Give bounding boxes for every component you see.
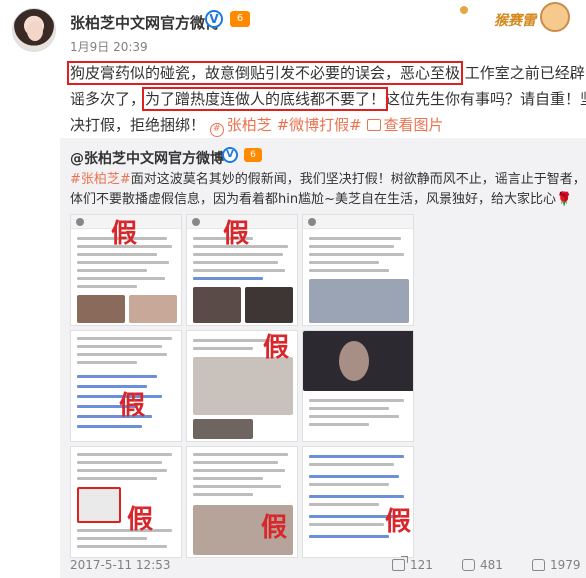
rose-icon: 🌹 (555, 192, 573, 207)
repost-footer: 2017-5-11 12:53 121 481 1979 (70, 552, 586, 578)
monkey-badge-icon: 猴赛雷 (456, 2, 576, 36)
image-grid: 假 假 假 假 假 假 假 (70, 214, 415, 564)
repost-date[interactable]: 2017-5-11 12:53 (70, 558, 171, 572)
author-avatar[interactable] (12, 8, 56, 52)
grid-image-4[interactable]: 假 (70, 330, 182, 442)
share-icon (392, 556, 408, 571)
fake-label: 假 (119, 391, 146, 421)
comment-icon (462, 559, 475, 571)
grid-image-1[interactable]: 假 (70, 214, 182, 326)
fake-label: 假 (111, 219, 138, 249)
badge-dot-icon (460, 6, 468, 14)
post-timestamp[interactable]: 1月9日 20:39 (70, 38, 148, 55)
post-header: 张柏芝中文网官方微博 V 6 1月9日 20:39 猴赛雷 (0, 0, 586, 60)
post-text-line-3: 决打假，拒绝捆绑！ # 张柏芝 #微博打假# 查看图片 (70, 112, 576, 138)
grid-image-5[interactable]: 假 (186, 330, 298, 442)
grid-image-8[interactable]: 假 (186, 446, 298, 558)
grid-image-7[interactable]: 假 (70, 446, 182, 558)
author-name[interactable]: 张柏芝中文网官方微博 (70, 12, 220, 33)
topic-link-weibo-dajia[interactable]: #微博打假# (277, 116, 362, 134)
like-button[interactable]: 1979 (532, 558, 581, 572)
repost-topic-link[interactable]: #张柏芝# (70, 172, 131, 187)
highlighted-phrase-2: 为了蹭热度连做人的底线都不要了！ (142, 87, 389, 111)
repost-text-line-1: #张柏芝#面对这波莫名其妙的假新闻，我们坚决打假！树欲静而风不止，谣言止于智者，… (70, 172, 586, 187)
fake-label: 假 (223, 219, 250, 249)
grid-image-6[interactable] (302, 330, 414, 442)
grid-image-9[interactable]: 假 (302, 446, 414, 558)
monkey-face-icon (540, 2, 570, 32)
post-text-line-1: 狗皮膏药似的碰瓷，故意倒贴引发不必要的误会，恶心至极 工作室之前已经辟 (66, 61, 585, 85)
view-images-link[interactable]: 查看图片 (366, 116, 444, 134)
member-rank-icon: 6 (230, 11, 250, 27)
thumbs-up-icon (532, 559, 545, 571)
grid-image-2[interactable]: 假 (186, 214, 298, 326)
repost-verified-icon: V (222, 147, 238, 163)
reposted-weibo[interactable]: @张柏芝中文网官方微博 V 6 #张柏芝#面对这波莫名其妙的假新闻，我们坚决打假… (60, 138, 586, 578)
share-button[interactable]: 121 (392, 556, 433, 572)
highlighted-phrase-1: 狗皮膏药似的碰瓷，故意倒贴引发不必要的误会，恶心至极 (66, 61, 464, 85)
badge-text: 猴赛雷 (494, 13, 536, 29)
post-text: 狗皮膏药似的碰瓷，故意倒贴引发不必要的误会，恶心至极 工作室之前已经辟 谣多次了… (66, 60, 586, 138)
fake-label: 假 (263, 333, 290, 363)
topic-link-zhangbaizhi[interactable]: # 张柏芝 (209, 116, 272, 137)
picture-icon (366, 119, 381, 131)
comment-button[interactable]: 481 (462, 558, 503, 572)
repost-text-line-2: 体们不要散播虚假信息，因为看着都hin尴尬~美芝自在生活，风景独好，给大家比心🌹 (70, 192, 573, 207)
fake-label: 假 (385, 507, 412, 537)
repost-rank-icon: 6 (244, 148, 262, 162)
repost-author[interactable]: @张柏芝中文网官方微博 (70, 148, 224, 168)
fake-label: 假 (127, 505, 154, 535)
repost-text: #张柏芝#面对这波莫名其妙的假新闻，我们坚决打假！树欲静而风不止，谣言止于智者，… (70, 170, 586, 210)
fake-label: 假 (261, 513, 288, 543)
topic-icon: # (209, 123, 224, 137)
post-text-line-2: 谣多次了，为了蹭热度连做人的底线都不要了！这位先生你有事吗？请自重！坚 (70, 87, 586, 111)
grid-image-3[interactable] (302, 214, 414, 326)
verified-icon: V (205, 10, 223, 28)
